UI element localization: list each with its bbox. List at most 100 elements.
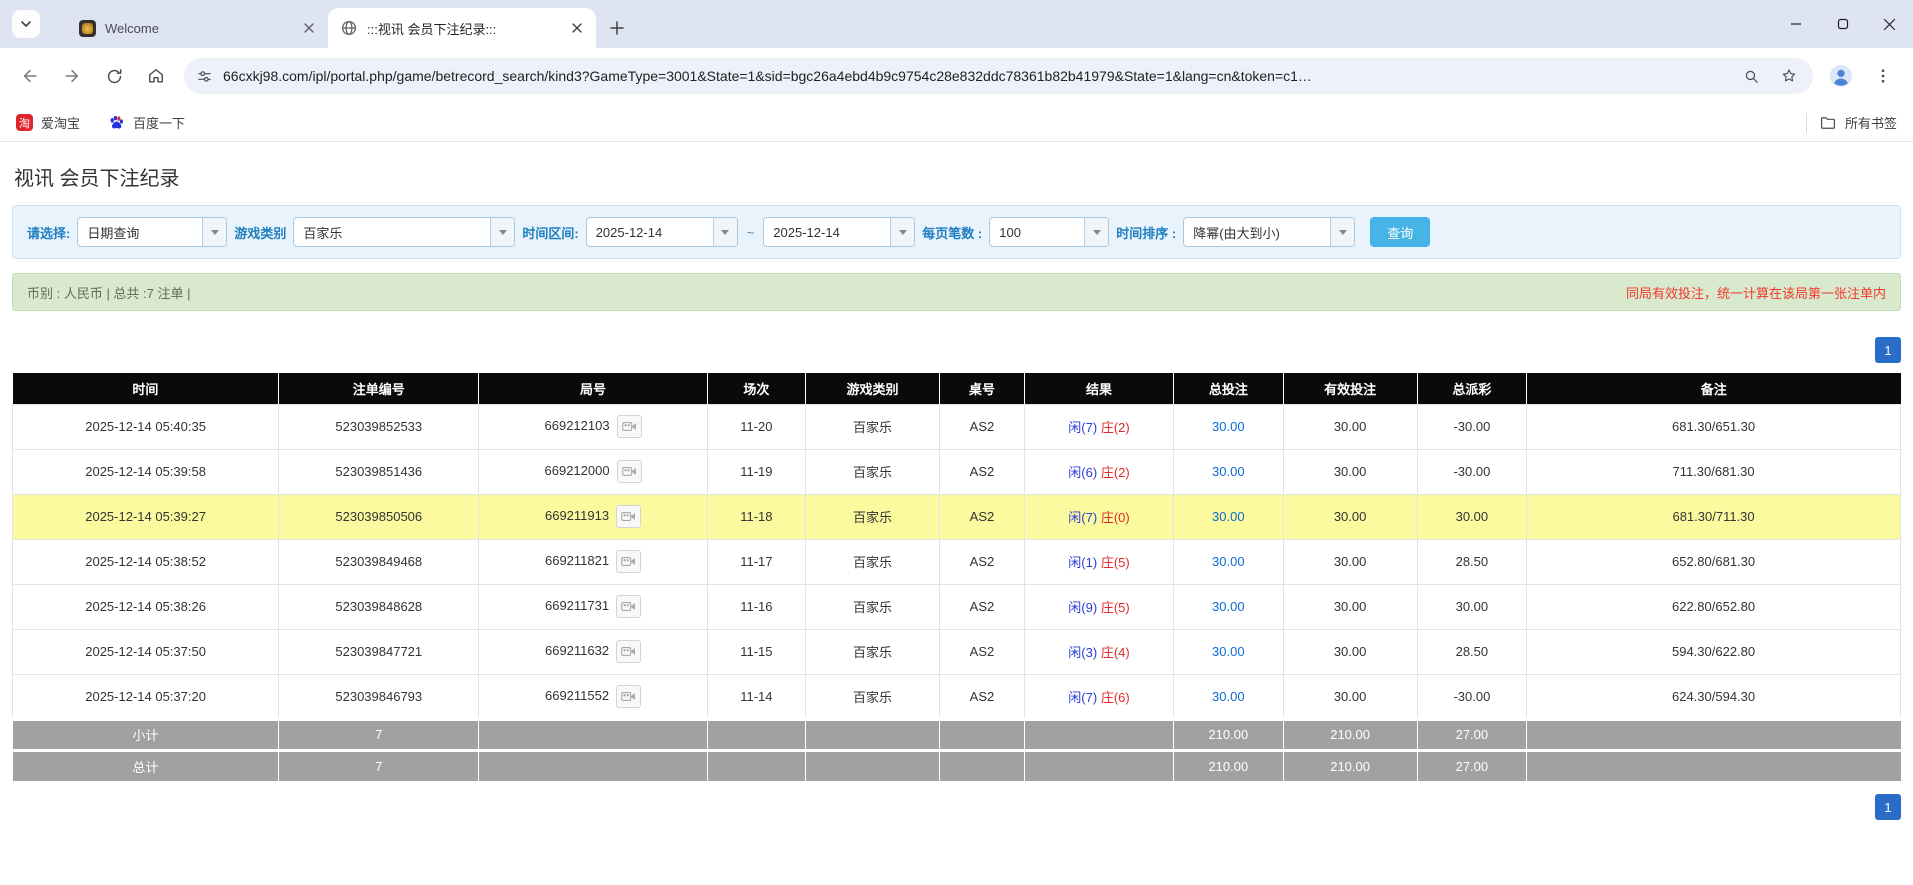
three-dot-menu-icon xyxy=(1881,69,1885,83)
cell-round: 669211913 xyxy=(478,493,708,540)
date-range-label: 时间区间: xyxy=(522,225,579,241)
back-icon xyxy=(23,69,37,83)
cell-table-no: AS2 xyxy=(938,628,1025,675)
info-bar: 币别 : 人民币 | 总共 :7 注单 | 同局有效投注，统一计算在该局第一张注… xyxy=(12,273,1901,311)
total-bet-link[interactable]: 30.00 xyxy=(1212,644,1245,659)
site-info-icon[interactable] xyxy=(196,68,213,85)
bookmark-aitaobao[interactable]: 淘 爱淘宝 xyxy=(16,113,80,132)
cell-total-bet: 30.00 xyxy=(1173,538,1284,585)
dropdown-arrow-icon[interactable] xyxy=(490,218,515,246)
close-icon[interactable] xyxy=(568,19,586,37)
subtotal-total-bet: 210.00 xyxy=(1173,717,1284,750)
search-button[interactable]: 查询 xyxy=(1370,217,1431,247)
filter-bar: 请选择: 日期查询 游戏类别 百家乐 时间区间: 2025-12-14 ~ 20… xyxy=(12,205,1901,259)
round-number: 669212000 xyxy=(544,462,610,478)
cell-payout: 28.50 xyxy=(1416,538,1528,585)
profile-button[interactable] xyxy=(1821,56,1861,96)
bet-record-table: 时间 注单编号 局号 场次 游戏类别 桌号 结果 总投注 有效投注 总派彩 备注… xyxy=(11,373,1901,781)
page-button[interactable]: 1 xyxy=(1875,337,1901,363)
dropdown-arrow-icon[interactable] xyxy=(202,218,227,246)
plus-icon xyxy=(610,21,624,35)
date-type-select[interactable]: 日期查询 xyxy=(77,217,228,247)
cell-result: 闲(7) 庄(6) xyxy=(1023,673,1175,720)
tab-title: Welcome xyxy=(105,20,159,36)
total-bet-link[interactable]: 30.00 xyxy=(1212,554,1245,569)
cell-round: 669211731 xyxy=(478,583,708,630)
all-bookmarks-button[interactable]: 所有书签 xyxy=(1819,113,1897,132)
video-button[interactable] xyxy=(616,505,642,528)
tab-search-button[interactable] xyxy=(12,10,40,38)
chevron-down-icon xyxy=(21,21,31,28)
result-player: 闲(7) xyxy=(1068,420,1098,435)
video-button[interactable] xyxy=(616,460,642,483)
cell-game: 百家乐 xyxy=(804,403,940,450)
total-bet-link[interactable]: 30.00 xyxy=(1212,599,1245,614)
dropdown-arrow-icon[interactable] xyxy=(890,218,915,246)
menu-button[interactable] xyxy=(1863,56,1903,96)
back-button[interactable] xyxy=(10,56,50,96)
zoom-button[interactable] xyxy=(1737,62,1765,90)
date-from-select[interactable]: 2025-12-14 xyxy=(585,217,738,247)
bookmark-baidu[interactable]: 百度一下 xyxy=(108,113,185,132)
total-bet-link[interactable]: 30.00 xyxy=(1212,509,1245,524)
bookmark-star-button[interactable] xyxy=(1775,62,1803,90)
all-bookmarks-label: 所有书签 xyxy=(1844,116,1897,131)
table-footer: 小计 7 210.00 210.00 27.00 总计 7 210.00 210… xyxy=(12,717,1901,781)
url-text[interactable]: 66cxkj98.com/ipl/portal.php/game/betreco… xyxy=(223,68,1727,84)
dropdown-arrow-icon[interactable] xyxy=(1084,218,1109,246)
cell-remark: 681.30/711.30 xyxy=(1526,493,1901,540)
cell-table-no: AS2 xyxy=(938,538,1025,585)
page-button[interactable]: 1 xyxy=(1875,794,1901,820)
subtotal-row: 小计 7 210.00 210.00 27.00 xyxy=(12,717,1901,750)
cell-table-no: AS2 xyxy=(938,583,1025,630)
game-type-select[interactable]: 百家乐 xyxy=(293,217,516,247)
result-banker: 庄(5) xyxy=(1100,600,1130,615)
address-bar[interactable]: 66cxkj98.com/ipl/portal.php/game/betreco… xyxy=(184,58,1813,94)
page-size-select[interactable]: 100 xyxy=(989,217,1110,247)
cell-round: 669211552 xyxy=(478,673,708,720)
video-button[interactable] xyxy=(616,415,642,438)
cell-valid-bet: 30.00 xyxy=(1282,673,1418,720)
video-button[interactable] xyxy=(616,684,642,708)
game-type-label: 游戏类别 xyxy=(234,225,287,241)
round-number: 669211552 xyxy=(544,687,610,703)
sort-select[interactable]: 降幂(由大到小) xyxy=(1183,217,1356,247)
video-button[interactable] xyxy=(616,640,642,663)
new-tab-button[interactable] xyxy=(602,13,632,43)
forward-button[interactable] xyxy=(52,56,92,96)
cell-total-bet: 30.00 xyxy=(1173,628,1284,675)
globe-icon xyxy=(340,19,358,37)
video-button[interactable] xyxy=(616,550,642,573)
dropdown-arrow-icon[interactable] xyxy=(712,218,737,246)
home-button[interactable] xyxy=(136,56,176,96)
home-icon xyxy=(149,69,163,83)
cell-payout: -30.00 xyxy=(1416,448,1528,495)
close-icon[interactable] xyxy=(300,19,318,37)
refresh-button[interactable] xyxy=(94,56,134,96)
total-bet-link[interactable]: 30.00 xyxy=(1212,419,1245,434)
page-content: 视讯 会员下注纪录 请选择: 日期查询 游戏类别 百家乐 时间区间: 2025-… xyxy=(0,162,1913,820)
cell-remark: 652.80/681.30 xyxy=(1526,538,1901,585)
video-button[interactable] xyxy=(616,595,642,618)
table-row: 2025-12-14 05:37:20 523039846793 669211552… xyxy=(11,673,1901,720)
result-banker: 庄(6) xyxy=(1100,689,1130,705)
dropdown-arrow-icon[interactable] xyxy=(1330,218,1355,246)
result-banker: 庄(2) xyxy=(1100,465,1130,480)
cell-bet-id: 523039852533 xyxy=(278,403,480,450)
total-bet-link[interactable]: 30.00 xyxy=(1212,464,1245,479)
tab-welcome[interactable]: Welcome xyxy=(66,8,328,48)
total-bet-link[interactable]: 30.00 xyxy=(1212,689,1245,704)
video-icon xyxy=(621,421,636,432)
maximize-button[interactable] xyxy=(1819,0,1866,48)
cell-table-no: AS2 xyxy=(938,448,1025,495)
window-close-button[interactable] xyxy=(1866,0,1913,48)
page-title: 视讯 会员下注纪录 xyxy=(14,168,180,190)
date-to-select[interactable]: 2025-12-14 xyxy=(763,217,916,247)
cell-game: 百家乐 xyxy=(804,448,940,495)
table-row: 2025-12-14 05:37:50 523039847721 669211632… xyxy=(11,628,1901,675)
cell-valid-bet: 30.00 xyxy=(1282,583,1418,630)
baidu-paw-icon xyxy=(110,115,124,129)
minimize-button[interactable] xyxy=(1772,0,1819,48)
tab-bet-record[interactable]: :::视讯 会员下注纪录::: xyxy=(328,8,596,48)
cell-game: 百家乐 xyxy=(804,493,940,540)
